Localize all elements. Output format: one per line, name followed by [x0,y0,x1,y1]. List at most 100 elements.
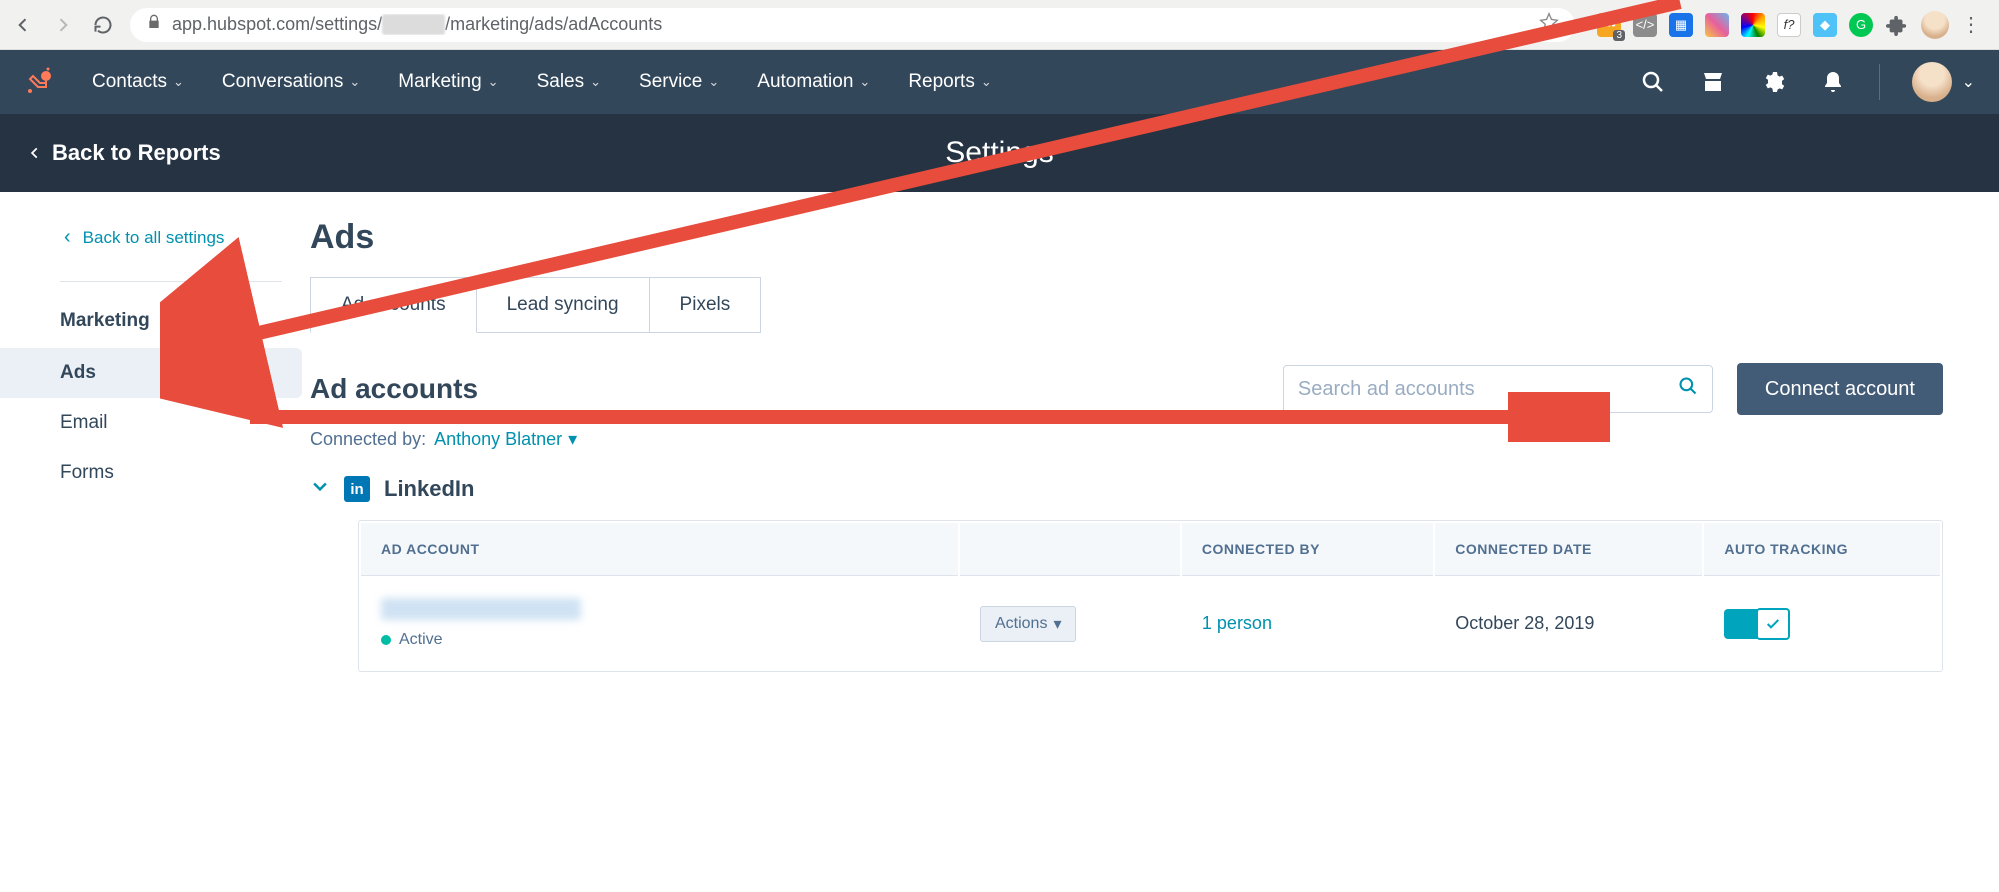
auto-tracking-toggle[interactable] [1724,609,1790,639]
button-label: Connect account [1765,378,1915,400]
account-status: Active [381,631,938,649]
nav-contacts[interactable]: Contacts⌄ [92,71,184,93]
group-name: LinkedIn [384,476,474,502]
extension-icon[interactable] [1741,13,1765,37]
search-ad-accounts[interactable] [1283,365,1713,413]
caret-down-icon: ▾ [568,429,577,450]
sidebar-divider [60,281,282,282]
collapse-caret-icon[interactable] [310,476,330,502]
nav-conversations[interactable]: Conversations⌄ [222,71,360,93]
nav-reports[interactable]: Reports⌄ [908,71,991,93]
chevron-down-icon: ⌄ [859,74,870,90]
page-title: Ads [310,218,1943,257]
cell-auto-tracking [1704,578,1940,669]
sidebar-section-marketing: Marketing [0,300,310,348]
section-header-row: Ad accounts Connect account [310,363,1943,415]
tab-lead-syncing[interactable]: Lead syncing [477,277,650,333]
main-area: Back to all settings Marketing Ads Email… [0,192,1999,892]
col-auto-tracking: AUTO TRACKING [1704,523,1940,576]
account-name-redacted [381,598,581,620]
table-header-row: AD ACCOUNT CONNECTED BY CONNECTED DATE A… [361,523,1940,576]
col-actions [960,523,1180,576]
bookmark-star-icon[interactable] [1539,12,1559,37]
nav-service[interactable]: Service⌄ [639,71,719,93]
cell-actions: Actions ▾ [960,578,1180,669]
chevron-down-icon: ⌄ [981,74,992,90]
sidebar-item-label: Ads [60,362,96,383]
browser-extensions: ••• </> ▦ f? ◆ G ⋮ [1589,11,1989,39]
avatar [1912,62,1952,102]
tab-pixels[interactable]: Pixels [650,277,762,333]
sidebar-item-email[interactable]: Email [0,398,302,448]
nav-right: ⌄ [1639,62,1975,102]
settings-title: Settings [945,136,1053,170]
ad-accounts-table: AD ACCOUNT CONNECTED BY CONNECTED DATE A… [358,520,1943,672]
tab-label: Lead syncing [507,294,619,315]
nav-divider [1879,64,1880,100]
back-to-all-settings-link[interactable]: Back to all settings [0,216,310,273]
extension-icon[interactable]: G [1849,13,1873,37]
browser-forward-button[interactable] [50,12,76,38]
marketplace-icon[interactable] [1699,68,1727,96]
lock-icon [146,14,162,35]
connected-by-label: Connected by: [310,429,426,450]
linkedin-icon: in [344,476,370,502]
cell-connected-by[interactable]: 1 person [1182,578,1433,669]
browser-menu-icon[interactable]: ⋮ [1961,12,1981,37]
settings-sidebar: Back to all settings Marketing Ads Email… [0,192,310,892]
notifications-bell-icon[interactable] [1819,68,1847,96]
nav-automation[interactable]: Automation⌄ [757,71,870,93]
url-text: app.hubspot.com/settings/xxxxxxx/marketi… [172,14,1529,35]
sidebar-item-ads[interactable]: Ads [0,348,302,398]
search-input[interactable] [1298,378,1678,401]
sidebar-item-forms[interactable]: Forms [0,448,302,498]
tabs: Ad accounts Lead syncing Pixels [310,277,1943,333]
chevron-down-icon: ⌄ [708,74,719,90]
nav-items: Contacts⌄ Conversations⌄ Marketing⌄ Sale… [92,71,992,93]
nav-sales[interactable]: Sales⌄ [537,71,601,93]
extensions-menu-icon[interactable] [1885,13,1909,37]
cell-ad-account: Active [361,578,958,669]
tab-ad-accounts[interactable]: Ad accounts [310,277,477,333]
content-area: Ads Ad accounts Lead syncing Pixels Ad a… [310,192,1999,892]
chevron-down-icon: ⌄ [349,74,360,90]
browser-url-bar[interactable]: app.hubspot.com/settings/xxxxxxx/marketi… [130,8,1575,42]
extension-icon[interactable] [1705,13,1729,37]
extension-icon[interactable]: </> [1633,13,1657,37]
extension-icon[interactable]: f? [1777,13,1801,37]
chevron-down-icon: ⌄ [173,74,184,90]
extension-icon[interactable]: ••• [1597,13,1621,37]
back-to-reports-link[interactable]: Back to Reports [0,140,221,166]
browser-chrome: app.hubspot.com/settings/xxxxxxx/marketi… [0,0,1999,50]
connected-by-dropdown[interactable]: Anthony Blatner ▾ [434,429,577,450]
cell-connected-date: October 28, 2019 [1435,578,1702,669]
connected-by-name: Anthony Blatner [434,429,562,450]
col-ad-account: AD ACCOUNT [361,523,958,576]
hubspot-logo-icon[interactable] [24,66,56,98]
nav-marketing[interactable]: Marketing⌄ [398,71,498,93]
sidebar-nav-list: Ads Email Forms [0,348,310,498]
browser-back-button[interactable] [10,12,36,38]
sidebar-item-label: Email [60,412,108,433]
col-connected-by: CONNECTED BY [1182,523,1433,576]
settings-subheader: Back to Reports Settings [0,114,1999,192]
browser-reload-button[interactable] [90,12,116,38]
back-link-label: Back to Reports [52,140,221,166]
table-row: Active Actions ▾ 1 person October 28, 20… [361,578,1940,669]
col-connected-date: CONNECTED DATE [1435,523,1702,576]
caret-down-icon: ▾ [1053,614,1061,634]
extension-icon[interactable]: ▦ [1669,13,1693,37]
toggle-knob [1756,608,1790,640]
chevron-down-icon: ⌄ [488,74,499,90]
search-icon[interactable] [1639,68,1667,96]
browser-profile-avatar[interactable] [1921,11,1949,39]
connect-account-button[interactable]: Connect account [1737,363,1943,415]
search-icon [1678,376,1698,402]
settings-gear-icon[interactable] [1759,68,1787,96]
back-all-label: Back to all settings [83,228,225,248]
actions-dropdown-button[interactable]: Actions ▾ [980,606,1077,642]
account-menu[interactable]: ⌄ [1912,62,1975,102]
chevron-down-icon: ⌄ [1962,72,1975,92]
tab-label: Pixels [680,294,731,315]
extension-icon[interactable]: ◆ [1813,13,1837,37]
